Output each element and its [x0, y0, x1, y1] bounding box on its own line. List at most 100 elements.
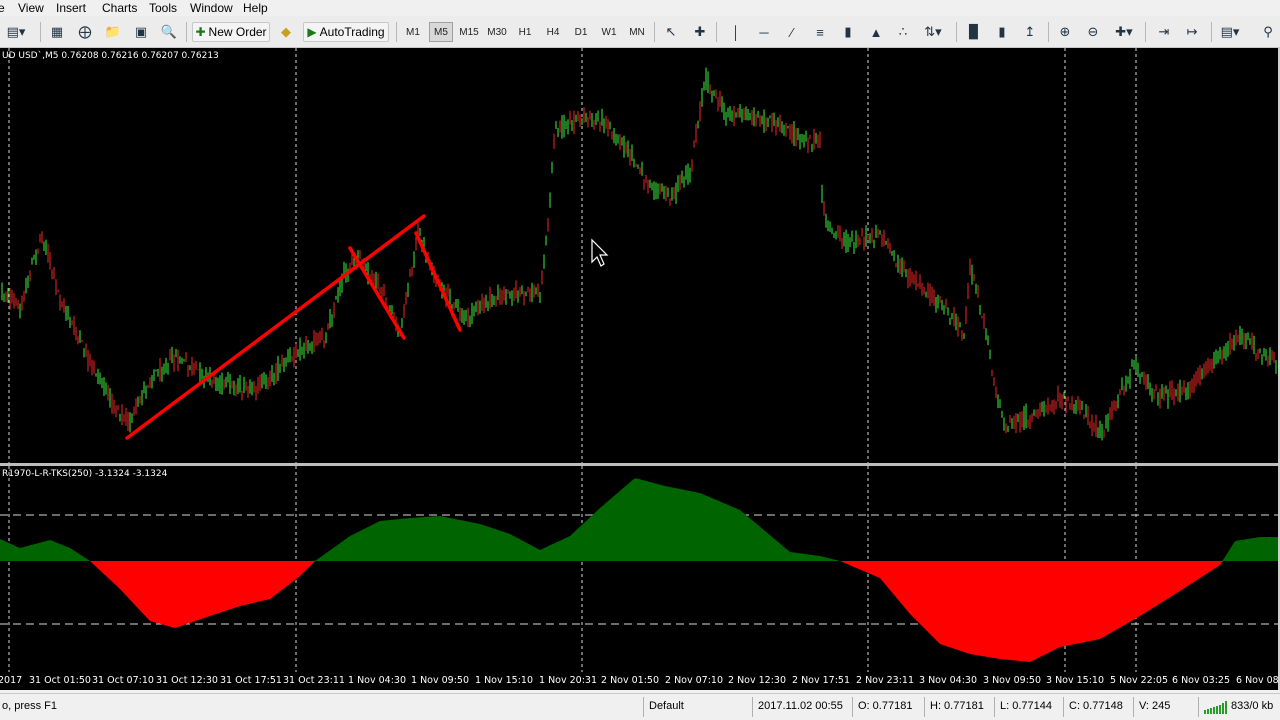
time-tick-label: 2 Nov 12:30 [728, 675, 787, 686]
price-panel[interactable]: UD USD`,M5 0.76208 0.76216 0.76207 0.762… [0, 48, 1278, 464]
rectangle-icon[interactable]: ▮ [838, 22, 858, 42]
indicator-negative-area [0, 561, 1278, 662]
time-tick-label: 31 Oct 01:50 [29, 675, 91, 686]
time-tick-label: 2 Nov 23:11 [856, 675, 915, 686]
time-tick-label: 31 Oct 07:10 [92, 675, 154, 686]
time-tick-label: 3 Nov 09:50 [983, 675, 1042, 686]
status-close: C: 0.77148 [1069, 700, 1123, 712]
metaeditor-icon[interactable]: ◆ [276, 22, 296, 42]
time-tick-label: 6 Nov 08: [1236, 675, 1280, 686]
zoom-in-icon[interactable]: ⊕ [1055, 22, 1075, 42]
symbol-header: UD USD`,M5 0.76208 0.76216 0.76207 0.762… [2, 51, 219, 61]
time-tick-label: 2 Nov 07:10 [665, 675, 724, 686]
autotrading-label: AutoTrading [319, 25, 385, 39]
toolbar: ▤▾ ▦ ⨁ 📁 ▣ 🔍 ✚ New Order ◆ ▶ AutoTrading… [0, 16, 1280, 48]
trendline [348, 246, 406, 340]
indicator-panel[interactable]: R1970-L-R-TKS(250) -3.1324 -3.1324 [0, 466, 1278, 672]
indicator-chart [0, 466, 1278, 672]
autoscroll-icon[interactable]: ⇥ [1154, 22, 1174, 42]
indicator-header: R1970-L-R-TKS(250) -3.1324 -3.1324 [2, 469, 168, 479]
status-low: L: 0.77144 [1000, 700, 1052, 712]
crosshair-icon[interactable]: ✚ [690, 22, 710, 42]
time-tick-label: 3 Nov 15:10 [1046, 675, 1105, 686]
tf-m30[interactable]: M30 [485, 22, 509, 42]
time-tick-label: 1 Nov 09:50 [411, 675, 470, 686]
candles [1, 67, 1277, 441]
time-tick-label: 2017 [0, 675, 23, 686]
tf-h1[interactable]: H1 [513, 22, 537, 42]
trendline [125, 214, 426, 440]
help-hint: o, press F1 [2, 700, 58, 712]
arrows-icon[interactable]: ⇅▾ [923, 22, 943, 42]
time-tick-label: 3 Nov 04:30 [919, 675, 978, 686]
time-tick-label: 2 Nov 01:50 [601, 675, 660, 686]
search-icon[interactable]: ⚲ [1258, 22, 1278, 42]
folder-icon[interactable]: 📁 [103, 22, 123, 42]
trendline-icon[interactable]: ∕ [782, 22, 802, 42]
indicator-positive-area [0, 478, 1278, 561]
price-chart [1, 48, 1277, 464]
menu-tools[interactable]: Tools [149, 1, 177, 15]
tf-m15[interactable]: M15 [457, 22, 481, 42]
time-axis: 2017 31 Oct 01:50 31 Oct 07:10 31 Oct 12:30… [0, 672, 1280, 690]
menu-bar: e View Insert Charts Tools Window Help [0, 0, 1280, 16]
new-chart-icon[interactable]: ▤▾ [6, 22, 26, 42]
bar-chart-icon[interactable]: ▉ [964, 22, 984, 42]
connection-traffic: 833/0 kb [1231, 700, 1274, 712]
menu-charts[interactable]: Charts [102, 1, 137, 15]
mouse-cursor-icon [591, 238, 609, 267]
autotrading-icon: ▶ [307, 25, 317, 39]
new-order-button[interactable]: ✚ New Order [192, 22, 270, 42]
metatrader-window: e View Insert Charts Tools Window Help ▤… [0, 0, 1280, 720]
connection-signal-icon [1204, 700, 1228, 714]
time-tick-label: 31 Oct 23:11 [283, 675, 345, 686]
time-tick-label: 31 Oct 17:51 [220, 675, 282, 686]
menu-view[interactable]: View [18, 1, 44, 15]
menu-file[interactable]: e [0, 1, 5, 15]
chart-window[interactable]: UD USD`,M5 0.76208 0.76216 0.76207 0.762… [0, 48, 1278, 672]
tester-icon[interactable]: 🔍 [159, 22, 179, 42]
status-datetime: 2017.11.02 00:55 [758, 700, 843, 712]
autotrading-button[interactable]: ▶ AutoTrading [303, 22, 389, 42]
chart-shift-icon[interactable]: ↦ [1182, 22, 1202, 42]
drawn-trendlines [125, 214, 462, 440]
time-tick-label: 1 Nov 04:30 [348, 675, 407, 686]
status-volume: V: 245 [1139, 700, 1171, 712]
time-tick-label: 1 Nov 20:31 [539, 675, 598, 686]
status-open: O: 0.77181 [858, 700, 913, 712]
tf-mn[interactable]: MN [625, 22, 649, 42]
time-tick-label: 1 Nov 15:10 [475, 675, 534, 686]
status-high: H: 0.77181 [930, 700, 984, 712]
tf-w1[interactable]: W1 [597, 22, 621, 42]
zoom-out-icon[interactable]: ⊖ [1083, 22, 1103, 42]
navigator-icon[interactable]: ⨁ [75, 22, 95, 42]
trendline [414, 231, 462, 332]
tf-m1[interactable]: M1 [401, 22, 425, 42]
menu-window[interactable]: Window [190, 1, 233, 15]
line-chart-icon[interactable]: ↥ [1020, 22, 1040, 42]
tf-h4[interactable]: H4 [541, 22, 565, 42]
new-order-label: New Order [208, 25, 267, 39]
menu-help[interactable]: Help [243, 1, 268, 15]
time-tick-label: 5 Nov 22:05 [1110, 675, 1169, 686]
horizontal-line-icon[interactable]: ─ [754, 22, 774, 42]
tf-d1[interactable]: D1 [569, 22, 593, 42]
new-order-icon: ✚ [195, 25, 206, 39]
time-tick-label: 31 Oct 12:30 [156, 675, 218, 686]
profile-name[interactable]: Default [649, 700, 684, 712]
menu-insert[interactable]: Insert [56, 1, 86, 15]
templates-icon[interactable]: ▤▾ [1220, 22, 1240, 42]
tf-m5[interactable]: M5 [429, 22, 453, 42]
time-tick-label: 2 Nov 17:51 [792, 675, 851, 686]
cursor-icon[interactable]: ↖ [661, 22, 681, 42]
channel-icon[interactable]: ≡ [810, 22, 830, 42]
time-tick-label: 6 Nov 03:25 [1172, 675, 1231, 686]
terminal-icon[interactable]: ▣ [131, 22, 151, 42]
vertical-line-icon[interactable]: │ [726, 22, 746, 42]
status-bar: o, press F1 Default 2017.11.02 00:55 O: … [0, 693, 1280, 720]
fibonacci-icon[interactable]: ∴ [893, 22, 913, 42]
market-watch-icon[interactable]: ▦ [47, 22, 67, 42]
triangle-icon[interactable]: ▲ [866, 22, 886, 42]
indicators-icon[interactable]: ✚▾ [1114, 22, 1134, 42]
candlestick-icon[interactable]: ▮ [992, 22, 1012, 42]
